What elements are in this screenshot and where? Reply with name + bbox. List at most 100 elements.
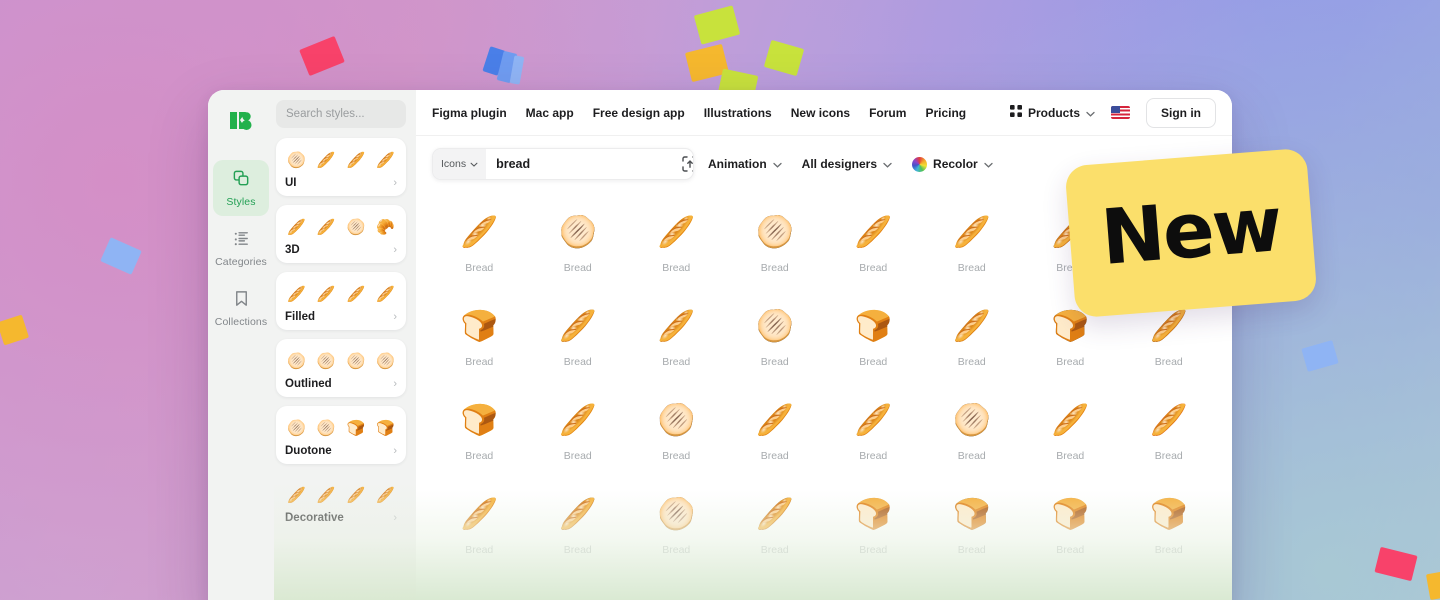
style-card-label: UI xyxy=(285,177,297,189)
icon-result-cell[interactable]: 🥖 Bread xyxy=(627,198,726,292)
nav-link-mac-app[interactable]: Mac app xyxy=(526,106,574,120)
icon-result-cell[interactable]: 🫓 Bread xyxy=(627,480,726,574)
icon-result-cell[interactable]: 🍞 Bread xyxy=(1120,480,1219,574)
icon-result-label: Bread xyxy=(465,450,494,462)
bread-icon: 🥖 xyxy=(756,404,794,437)
search-input[interactable] xyxy=(486,157,681,171)
style-card-label: Filled xyxy=(285,311,316,323)
icon-result-label: Bread xyxy=(760,544,789,556)
style-preview-icon: 🫓 xyxy=(316,419,336,437)
style-preview-icon: 🥖 xyxy=(346,151,366,169)
search-styles-input[interactable]: Search styles... xyxy=(276,100,406,128)
chevron-right-icon: › xyxy=(393,445,397,457)
style-card[interactable]: 🥖 🥖 🥖 🥖 Filled › xyxy=(276,272,406,330)
icon-result-cell[interactable]: 🥖 Bread xyxy=(824,198,923,292)
search-type-selector[interactable]: Icons xyxy=(433,149,487,179)
style-card-label: 3D xyxy=(285,244,300,256)
new-badge-label: New xyxy=(1097,179,1284,282)
filter-recolor-button[interactable]: Recolor xyxy=(912,156,993,172)
nav-link-free-design-app[interactable]: Free design app xyxy=(593,106,685,120)
icon-result-cell[interactable]: 🥖 Bread xyxy=(430,480,529,574)
icon-result-cell[interactable]: 🫓 Bread xyxy=(923,386,1022,480)
style-card-footer: Filled › xyxy=(285,311,397,323)
nav-link-new-icons[interactable]: New icons xyxy=(791,106,850,120)
confetti-piece xyxy=(0,314,30,346)
nav-link-forum[interactable]: Forum xyxy=(869,106,906,120)
style-card[interactable]: 🫓 🥖 🥖 🥖 UI › xyxy=(276,138,406,196)
sidebar-item-styles[interactable]: Styles xyxy=(213,160,269,216)
icon-result-cell[interactable]: 🫓 Bread xyxy=(529,198,628,292)
icon-result-label: Bread xyxy=(563,356,592,368)
icon-result-cell[interactable]: 🥖 Bread xyxy=(529,386,628,480)
icon-result-cell[interactable]: 🫓 Bread xyxy=(726,292,825,386)
style-card[interactable]: 🫓 🫓 🍞 🍞 Duotone › xyxy=(276,406,406,464)
bread-icon: 🫓 xyxy=(756,216,794,249)
bread-icon: 🫓 xyxy=(559,216,597,249)
style-preview-icon: 🥖 xyxy=(287,486,306,504)
chevron-down-icon xyxy=(984,157,993,171)
style-card-footer: Outlined › xyxy=(285,378,397,390)
filter-label: All designers xyxy=(801,157,878,171)
icon-result-cell[interactable]: 🍞 Bread xyxy=(824,292,923,386)
style-card[interactable]: 🥖 🥖 🥖 🥖 Decorative › xyxy=(276,473,406,531)
icon-result-cell[interactable]: 🍞 Bread xyxy=(1021,480,1120,574)
icon-result-cell[interactable]: 🥖 Bread xyxy=(529,480,628,574)
icon-result-cell[interactable]: 🍞 Bread xyxy=(430,386,529,480)
bread-icon: 🥖 xyxy=(657,310,695,343)
bread-icon: 🥖 xyxy=(657,216,695,249)
icon-result-cell[interactable]: 🍞 Bread xyxy=(430,292,529,386)
search-box: Icons xyxy=(432,148,694,180)
icon-result-cell[interactable]: 🥖 Bread xyxy=(923,292,1022,386)
icon-result-cell[interactable]: 🥖 Bread xyxy=(923,198,1022,292)
icon-result-cell[interactable]: 🥖 Bread xyxy=(726,386,825,480)
chevron-right-icon: › xyxy=(393,378,397,390)
style-preview-icon: 🥖 xyxy=(376,151,395,169)
icon-result-cell[interactable]: 🥖 Bread xyxy=(430,198,529,292)
sign-in-button[interactable]: Sign in xyxy=(1146,97,1216,128)
icon-result-cell[interactable]: 🥖 Bread xyxy=(824,386,923,480)
bread-icon: 🫓 xyxy=(657,404,695,437)
icon-result-label: Bread xyxy=(662,450,691,462)
style-card-label: Outlined xyxy=(285,378,332,390)
filter-animation-button[interactable]: Animation xyxy=(708,157,782,171)
sidebar-item-categories[interactable]: Categories xyxy=(213,220,269,276)
style-preview-icon: 🥐 xyxy=(376,218,395,236)
icon-result-label: Bread xyxy=(465,356,494,368)
icon-result-cell[interactable]: 🍞 Bread xyxy=(824,480,923,574)
bread-icon: 🥖 xyxy=(460,216,498,249)
us-flag-icon[interactable] xyxy=(1111,106,1130,119)
nav-link-figma-plugin[interactable]: Figma plugin xyxy=(432,106,507,120)
confetti-piece xyxy=(496,50,518,84)
icon-result-cell[interactable]: 🥖 Bread xyxy=(1120,386,1219,480)
nav-link-illustrations[interactable]: Illustrations xyxy=(704,106,772,120)
icon-result-cell[interactable]: 🫓 Bread xyxy=(726,198,825,292)
icon-result-cell[interactable]: 🫓 Bread xyxy=(627,386,726,480)
filter-all-designers-button[interactable]: All designers xyxy=(802,157,892,171)
sidebar-item-collections[interactable]: Collections xyxy=(213,280,269,336)
icon-result-label: Bread xyxy=(957,356,986,368)
style-preview-icon: 🥖 xyxy=(287,218,306,236)
icon-result-cell[interactable]: 🥖 Bread xyxy=(529,292,628,386)
confetti-piece xyxy=(1374,546,1418,582)
nav-link-pricing[interactable]: Pricing xyxy=(925,106,966,120)
icons8-logo[interactable] xyxy=(224,104,258,138)
filter-label: Animation xyxy=(708,157,767,171)
bread-icon: 🍞 xyxy=(953,498,991,531)
icon-result-label: Bread xyxy=(760,262,789,274)
style-card-footer: UI › xyxy=(285,177,397,189)
bread-icon: 🥖 xyxy=(1051,404,1089,437)
icon-result-cell[interactable]: 🥖 Bread xyxy=(627,292,726,386)
color-wheel-icon xyxy=(912,156,928,172)
icon-result-cell[interactable]: 🥖 Bread xyxy=(1021,386,1120,480)
style-card-footer: 3D › xyxy=(285,244,397,256)
icon-result-cell[interactable]: 🥖 Bread xyxy=(726,480,825,574)
bread-icon: 🥖 xyxy=(559,498,597,531)
style-card[interactable]: 🥖 🥖 🫓 🥐 3D › xyxy=(276,205,406,263)
style-preview-icon: 🫓 xyxy=(287,151,306,169)
products-menu-button[interactable]: Products xyxy=(1009,105,1095,120)
style-card[interactable]: 🫓 🫓 🫓 🫓 Outlined › xyxy=(276,339,406,397)
icon-result-cell[interactable]: 🍞 Bread xyxy=(923,480,1022,574)
icon-result-label: Bread xyxy=(662,356,691,368)
visual-search-icon[interactable] xyxy=(680,154,693,174)
chevron-down-icon xyxy=(470,158,478,170)
